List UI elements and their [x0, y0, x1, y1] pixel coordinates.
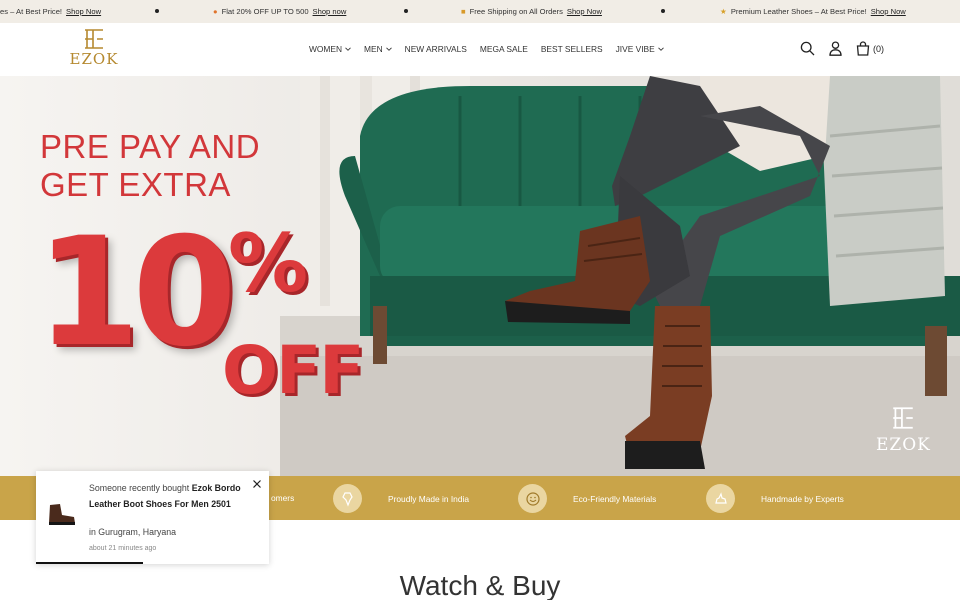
feature-eco-friendly: Eco-Friendly Materials: [518, 484, 656, 513]
announcement-item: es – At Best Price! Shop Now: [0, 7, 101, 16]
feature-label: Proudly Made in India: [388, 493, 470, 504]
section-title: Watch & Buy: [399, 570, 561, 600]
nav-item-men[interactable]: MEN: [364, 44, 392, 54]
popup-message: Someone recently bought Ezok Bordo Leath…: [89, 480, 257, 512]
announcement-item: ★ Premium Leather Shoes – At Best Price!…: [720, 7, 906, 16]
discount-off-text: OFF: [222, 332, 364, 409]
nav-label: MEN: [364, 44, 383, 54]
discount-value: 10: [36, 206, 237, 380]
close-icon[interactable]: [252, 479, 262, 489]
shop-now-link[interactable]: Shop Now: [66, 7, 101, 16]
feature-label: omers: [271, 493, 295, 503]
cart-button[interactable]: (0): [856, 41, 884, 56]
hero-discount-number: 10: [36, 218, 237, 368]
nav-label: JIVE VIBE: [615, 44, 655, 54]
popup-prefix: Someone recently bought: [89, 483, 192, 493]
logo-mark-icon: [893, 407, 914, 429]
feature-label: Eco-Friendly Materials: [573, 493, 657, 504]
feature-made-in-india: Proudly Made in India: [333, 484, 469, 513]
recent-purchase-popup[interactable]: Someone recently bought Ezok Bordo Leath…: [36, 471, 269, 564]
nav-label: BEST SELLERS: [540, 44, 603, 54]
search-icon[interactable]: [800, 41, 815, 56]
truck-icon: ■: [461, 7, 466, 16]
shop-now-link[interactable]: Shop now: [313, 7, 347, 16]
nav-label: MEGA SALE: [479, 44, 528, 54]
nav-label: NEW ARRIVALS: [404, 44, 467, 54]
india-map-icon: [333, 484, 362, 513]
announcement-text: Flat 20% OFF UP TO 500: [221, 7, 309, 16]
product-thumbnail[interactable]: [44, 501, 80, 527]
feature-handmade: Handmade by Experts: [706, 484, 844, 513]
shopping-bag-icon: [856, 41, 870, 56]
announcement-text: Free Shipping on All Orders: [469, 7, 563, 16]
header-actions: (0): [800, 41, 884, 56]
chevron-down-icon: [657, 47, 664, 51]
announcement-text: Premium Leather Shoes – At Best Price!: [730, 7, 867, 16]
eco-leaf-icon: [518, 484, 547, 513]
hero-headline-line1: PRE PAY AND: [40, 128, 261, 165]
hero-watermark-logo: EZOK: [876, 406, 931, 455]
shop-now-link[interactable]: Shop Now: [871, 7, 906, 16]
announcement-item: ● Flat 20% OFF UP TO 500 Shop now: [213, 7, 346, 16]
hand-craft-icon: [706, 484, 735, 513]
feature-label: Handmade by Experts: [761, 493, 844, 504]
nav-item-new-arrivals[interactable]: NEW ARRIVALS: [405, 44, 467, 54]
logo-text: EZOK: [69, 50, 119, 68]
logo-mark-icon: [85, 29, 103, 49]
medal-icon: ★: [720, 7, 727, 16]
chevron-down-icon: [385, 47, 392, 51]
hero-logo-text: EZOK: [876, 435, 931, 455]
nav-item-jive-vibe[interactable]: JIVE VIBE: [616, 44, 664, 54]
site-header: EZOK WOMEN MEN NEW ARRIVALS MEGA SALE BE…: [0, 23, 960, 76]
nav-item-mega-sale[interactable]: MEGA SALE: [480, 44, 528, 54]
announcement-item: ■ Free Shipping on All Orders Shop Now: [461, 7, 602, 16]
nav-item-best-sellers[interactable]: BEST SELLERS: [541, 44, 603, 54]
popup-timer-bar: [36, 562, 143, 564]
popup-time: about 21 minutes ago: [89, 545, 157, 552]
chevron-down-icon: [345, 47, 351, 51]
nav-item-women[interactable]: WOMEN: [309, 44, 351, 54]
separator-dot: [661, 9, 665, 13]
hero-headline-line2: GET EXTRA: [40, 166, 231, 203]
separator-dot: [404, 9, 408, 13]
account-icon[interactable]: [829, 41, 842, 56]
discount-percent-sign: %: [228, 217, 309, 310]
announcement-bar: es – At Best Price! Shop Now ● Flat 20% …: [0, 0, 960, 23]
shop-now-link[interactable]: Shop Now: [567, 7, 602, 16]
separator-dot: [155, 9, 159, 13]
popup-location: in Gurugram, Haryana: [89, 527, 177, 537]
main-nav: WOMEN MEN NEW ARRIVALS MEGA SALE BEST SE…: [309, 44, 664, 54]
brand-logo[interactable]: EZOK: [66, 29, 122, 71]
nav-label: WOMEN: [309, 44, 343, 54]
hero-banner[interactable]: PRE PAY AND GET EXTRA 10 % OFF EZOK: [0, 76, 960, 476]
fire-icon: ●: [213, 7, 218, 16]
announcement-text: es – At Best Price!: [0, 7, 63, 16]
cart-count: (0): [873, 43, 884, 54]
